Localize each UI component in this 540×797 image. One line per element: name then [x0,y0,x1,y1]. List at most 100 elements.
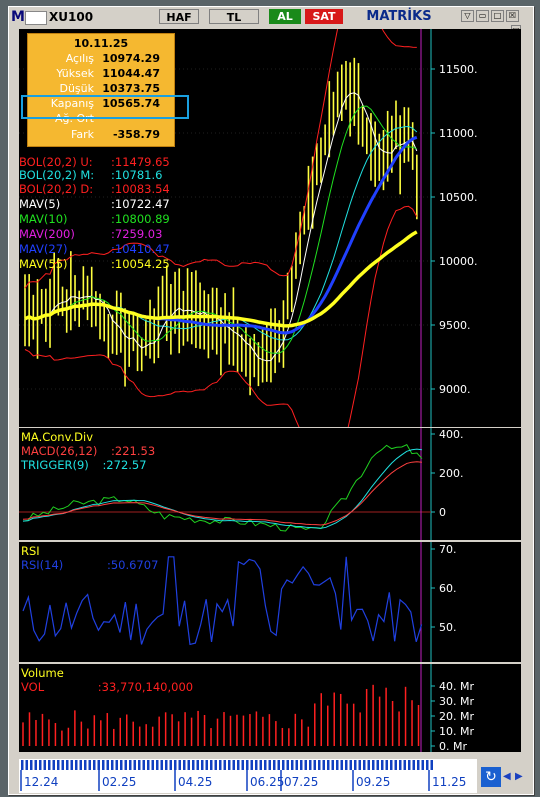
volume-label: VOL :33,770,140,000 [21,680,194,694]
date-tick [214,760,217,770]
date-tick [300,760,303,770]
minimize-icon[interactable]: ▭ [476,10,489,22]
price-tick-label: 11500. [439,63,478,76]
date-tick [250,760,253,770]
date-tick [354,760,357,770]
macd-tick-label: 0 [439,506,446,519]
date-tick [358,760,361,770]
buy-button[interactable]: AL [269,9,301,24]
scroll-left-icon[interactable]: ◀ [503,771,511,782]
app-letter: M [11,9,25,25]
date-tick [39,760,42,770]
date-tick [25,760,28,770]
scroll-right-icon[interactable]: ▶ [515,771,523,782]
rsi-tick-label: 60. [439,582,457,595]
date-tick [160,760,163,770]
macd-panel[interactable]: 400. 200. 0 MA.Conv.Div MACD(26,12) :221.5… [19,428,521,540]
date-tick [264,760,267,770]
date-tick [345,760,348,770]
date-tick [426,760,429,770]
info-open: Açılış 10974.29 [65,52,160,65]
date-tick [412,760,415,770]
date-tick [417,760,420,770]
trigger-label: TRIGGER(9) :272.57 [21,458,147,472]
date-tick [246,760,249,770]
date-tick [318,760,321,770]
date-tick [66,760,69,770]
legend-item: MAV(27):10410.47 [19,242,170,256]
date-tick [84,760,87,770]
date-tick [291,760,294,770]
title-bar: M XU100 HAF TL AL SAT MATRİKS ▽ ▭ □ ☒ □ [9,7,533,35]
date-tick [151,760,154,770]
date-tick [201,760,204,770]
date-tick [165,760,168,770]
price-tick-label: 9500. [439,319,471,332]
date-tick [30,760,33,770]
rsi-panel[interactable]: 70. 60. 50. 40. RSI RSI(14) :50.6707 [19,542,521,662]
haf-button[interactable]: HAF [159,9,199,24]
date-tick [102,760,105,770]
date-tick [88,760,91,770]
date-tick [70,760,73,770]
price-tick-label: 10500. [439,191,478,204]
rsi-title: RSI [21,544,40,558]
legend-item: BOL(20,2) D::10083.54 [19,182,170,196]
date-tick [124,760,127,770]
date-tick [75,760,78,770]
volume-tick-label: 30. Mr [439,695,474,708]
date-tick [403,760,406,770]
date-axis: 12.24 02.25 04.25 06.25 07.25 09.25 11.25 [19,759,477,793]
info-change: Fark -358.79 [71,128,160,141]
date-tick [277,760,280,770]
date-label: 09.25 [356,775,390,789]
date-tick [340,760,343,770]
price-tick-label: 9000. [439,383,471,396]
macd-tick-label: 200. [439,467,464,480]
close-icon[interactable]: ☒ [506,10,519,22]
volume-tick-label: 40. Mr [439,680,474,693]
rsi-tick-label: 50. [439,621,457,634]
maximize-icon[interactable]: □ [491,10,504,22]
date-tick [309,760,312,770]
date-tick [210,760,213,770]
date-tick [52,760,55,770]
time-axis[interactable]: 12.24 02.25 04.25 06.25 07.25 09.25 11.25 ↻ ◀ … [19,759,529,793]
date-label: 04.25 [178,775,212,789]
date-tick [376,760,379,770]
info-high: Yüksek 11044.47 [56,67,160,80]
date-tick [21,760,24,770]
dropdown-icon[interactable]: ▽ [461,10,474,22]
legend-item: MAV(55):10054.25 [19,257,170,271]
date-tick [48,760,51,770]
date-tick [390,760,393,770]
date-tick [43,760,46,770]
date-tick [237,760,240,770]
date-tick [57,760,60,770]
refresh-icon[interactable]: ↻ [481,767,501,787]
tl-button[interactable]: TL [209,9,259,24]
volume-tick-label: 0. Mr [439,740,467,752]
sell-button[interactable]: SAT [305,9,343,24]
date-tick [111,760,114,770]
date-tick [282,760,285,770]
date-tick [367,760,370,770]
symbol-label[interactable]: XU100 [49,10,93,24]
volume-panel[interactable]: 40. Mr 30. Mr 20. Mr 10. Mr 0. Mr Volume VOL… [19,664,521,752]
date-tick [196,760,199,770]
date-tick [192,760,195,770]
volume-chart: 40. Mr 30. Mr 20. Mr 10. Mr 0. Mr [22,664,474,752]
date-tick [61,760,64,770]
date-tick [394,760,397,770]
date-tick [286,760,289,770]
date-tick [372,760,375,770]
chart-window: M XU100 HAF TL AL SAT MATRİKS ▽ ▭ □ ☒ □ … [8,6,534,795]
date-tick [322,760,325,770]
date-tick [336,760,339,770]
date-tick [241,760,244,770]
date-tick [174,760,177,770]
date-label: 12.24 [24,775,58,789]
legend-item: MAV(200):7259.03 [19,227,163,241]
date-tick [205,760,208,770]
date-tick [273,760,276,770]
